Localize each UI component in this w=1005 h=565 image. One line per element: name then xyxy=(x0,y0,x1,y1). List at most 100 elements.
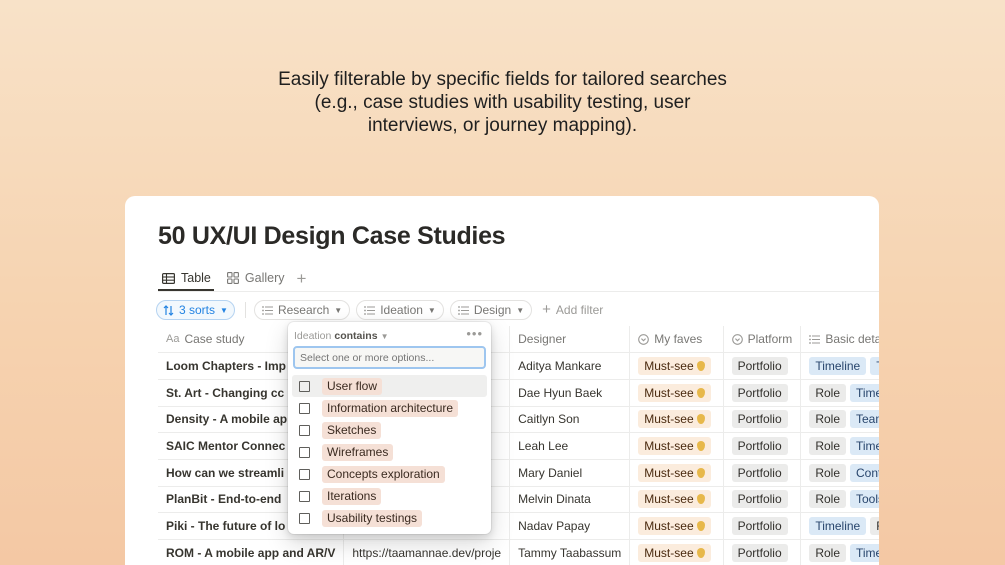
database-card: 50 UX/UI Design Case Studies Table Galle… xyxy=(125,196,879,565)
cell-platform[interactable]: Portfolio xyxy=(723,459,802,487)
checkbox[interactable] xyxy=(299,490,310,502)
case-study-link: https://taamannae.dev/proje xyxy=(352,545,502,560)
checkbox[interactable] xyxy=(299,402,310,414)
table-row[interactable]: Loom Chapters - Imp Aditya Mankare Must-… xyxy=(158,352,879,380)
fave-label: Must-see xyxy=(644,412,694,427)
column-header-my-faves[interactable]: My faves xyxy=(629,326,724,354)
fave-label: Must-see xyxy=(644,492,694,507)
cell-platform[interactable]: Portfolio xyxy=(723,352,802,380)
cell-platform[interactable]: Portfolio xyxy=(723,539,802,565)
cell-platform[interactable]: Portfolio xyxy=(723,432,802,460)
cell-my-faves[interactable]: Must-see xyxy=(629,352,724,380)
fave-label: Must-see xyxy=(644,519,694,534)
more-options-icon[interactable]: ••• xyxy=(466,326,483,341)
designer-name: Leah Lee xyxy=(518,439,569,454)
option-item[interactable]: Information architecture xyxy=(292,397,487,419)
text-aa-icon: Aa xyxy=(166,333,180,346)
cell-case-study[interactable]: ROM - A mobile app and AR/V xyxy=(158,539,345,565)
detail-tag: Role xyxy=(809,490,846,509)
cell-designer[interactable]: Mary Daniel xyxy=(509,459,631,487)
cell-designer[interactable]: Nadav Papay xyxy=(509,512,631,540)
cell-basic-details[interactable]: RoleTeamTime xyxy=(800,406,879,434)
sort-arrows-icon xyxy=(163,304,174,316)
cell-basic-details[interactable]: TimelineRole xyxy=(800,512,879,540)
add-filter-button[interactable]: + Add filter xyxy=(542,302,603,317)
option-item[interactable]: Usability testings xyxy=(292,507,487,529)
cell-platform[interactable]: Portfolio xyxy=(723,379,802,407)
add-view-icon[interactable]: + xyxy=(296,270,306,287)
checkbox[interactable] xyxy=(299,446,310,458)
fave-label: Must-see xyxy=(644,439,694,454)
fave-tag: Must-see xyxy=(638,357,711,376)
option-item[interactable]: Wireframes xyxy=(292,441,487,463)
cell-my-faves[interactable]: Must-see xyxy=(629,512,724,540)
option-item[interactable]: Iterations xyxy=(292,485,487,507)
cell-my-faves[interactable]: Must-see xyxy=(629,432,724,460)
cell-designer[interactable]: Dae Hyun Baek xyxy=(509,379,631,407)
option-search-input[interactable] xyxy=(293,346,486,369)
cell-link[interactable]: https://taamannae.dev/proje xyxy=(343,539,511,565)
cell-my-faves[interactable]: Must-see xyxy=(629,539,724,565)
option-tag: User flow xyxy=(322,377,383,395)
fave-label: Must-see xyxy=(644,465,694,480)
fave-label: Must-see xyxy=(644,545,694,560)
headline-line-2: (e.g., case studies with usability testi… xyxy=(314,92,691,113)
column-header-basic-details[interactable]: Basic details xyxy=(800,326,879,354)
cell-my-faves[interactable]: Must-see xyxy=(629,459,724,487)
fave-tag: Must-see xyxy=(638,463,711,482)
cell-designer[interactable]: Melvin Dinata xyxy=(509,486,631,514)
cell-basic-details[interactable]: TimelineTools xyxy=(800,352,879,380)
cell-basic-details[interactable]: RoleContext xyxy=(800,459,879,487)
cell-basic-details[interactable]: RoleTimelineTo xyxy=(800,539,879,565)
cell-designer[interactable]: Aditya Mankare xyxy=(509,352,631,380)
column-header-designer[interactable]: Designer xyxy=(509,326,631,354)
table-row[interactable]: SAIC Mentor Connec Leah Lee Must-see Por… xyxy=(158,432,879,460)
option-item[interactable]: Sketches xyxy=(292,419,487,441)
table-row[interactable]: Piki - The future of lo Nadav Papay Must… xyxy=(158,512,879,540)
detail-tag: Role xyxy=(870,517,879,536)
fave-tag: Must-see xyxy=(638,517,711,536)
designer-name: Nadav Papay xyxy=(518,519,591,534)
cell-my-faves[interactable]: Must-see xyxy=(629,379,724,407)
cell-basic-details[interactable]: RoleTimelineTo xyxy=(800,432,879,460)
cell-designer[interactable]: Leah Lee xyxy=(509,432,631,460)
checkbox[interactable] xyxy=(299,468,310,480)
list-icon xyxy=(457,305,469,315)
platform-tag: Portfolio xyxy=(731,543,788,562)
cell-my-faves[interactable]: Must-see xyxy=(629,406,724,434)
table-row[interactable]: PlanBit - End-to-end Melvin Dinata Must-… xyxy=(158,486,879,514)
cell-designer[interactable]: Tammy Taabassum xyxy=(509,539,631,565)
cell-my-faves[interactable]: Must-see xyxy=(629,486,724,514)
cell-platform[interactable]: Portfolio xyxy=(723,486,802,514)
tab-gallery[interactable]: Gallery xyxy=(225,266,287,290)
cell-designer[interactable]: Caitlyn Son xyxy=(509,406,631,434)
ideation-filter-dropdown: Ideation contains ▼ ••• User flow Informa… xyxy=(288,322,491,534)
table-row[interactable]: ROM - A mobile app and AR/V https://taam… xyxy=(158,539,879,565)
checkbox[interactable] xyxy=(299,512,310,524)
cell-basic-details[interactable]: RoleTimelineTo xyxy=(800,379,879,407)
filter-ideation-button[interactable]: Ideation ▼ xyxy=(356,300,444,320)
cell-platform[interactable]: Portfolio xyxy=(723,512,802,540)
cell-basic-details[interactable]: RoleToolsTeam xyxy=(800,486,879,514)
option-item[interactable]: Concepts exploration xyxy=(292,463,487,485)
table-row[interactable]: St. Art - Changing cc Dae Hyun Baek Must… xyxy=(158,379,879,407)
table-row[interactable]: How can we streamli Mary Daniel Must-see… xyxy=(158,459,879,487)
chevron-down-icon: ▼ xyxy=(516,305,525,315)
tab-table[interactable]: Table xyxy=(160,266,213,290)
sorts-button[interactable]: 3 sorts ▼ xyxy=(156,300,235,320)
tab-table-label: Table xyxy=(181,271,211,285)
column-header-platform[interactable]: Platform xyxy=(723,326,802,354)
cell-platform[interactable]: Portfolio xyxy=(723,406,802,434)
tabs-divider xyxy=(158,291,879,292)
filter-design-button[interactable]: Design ▼ xyxy=(449,300,533,320)
toolbar-separator xyxy=(244,302,246,318)
table-row[interactable]: Density - A mobile ap Caitlyn Son Must-s… xyxy=(158,406,879,434)
checkbox[interactable] xyxy=(299,380,310,392)
option-item[interactable]: User flow xyxy=(292,375,487,397)
checkbox[interactable] xyxy=(299,424,310,436)
detail-tag: Timeline xyxy=(850,437,879,456)
column-label: Basic details xyxy=(825,332,879,347)
chevron-down-icon: ▼ xyxy=(220,305,228,315)
filter-research-button[interactable]: Research ▼ xyxy=(253,300,351,320)
filter-condition[interactable]: Ideation contains ▼ ••• xyxy=(294,326,485,344)
